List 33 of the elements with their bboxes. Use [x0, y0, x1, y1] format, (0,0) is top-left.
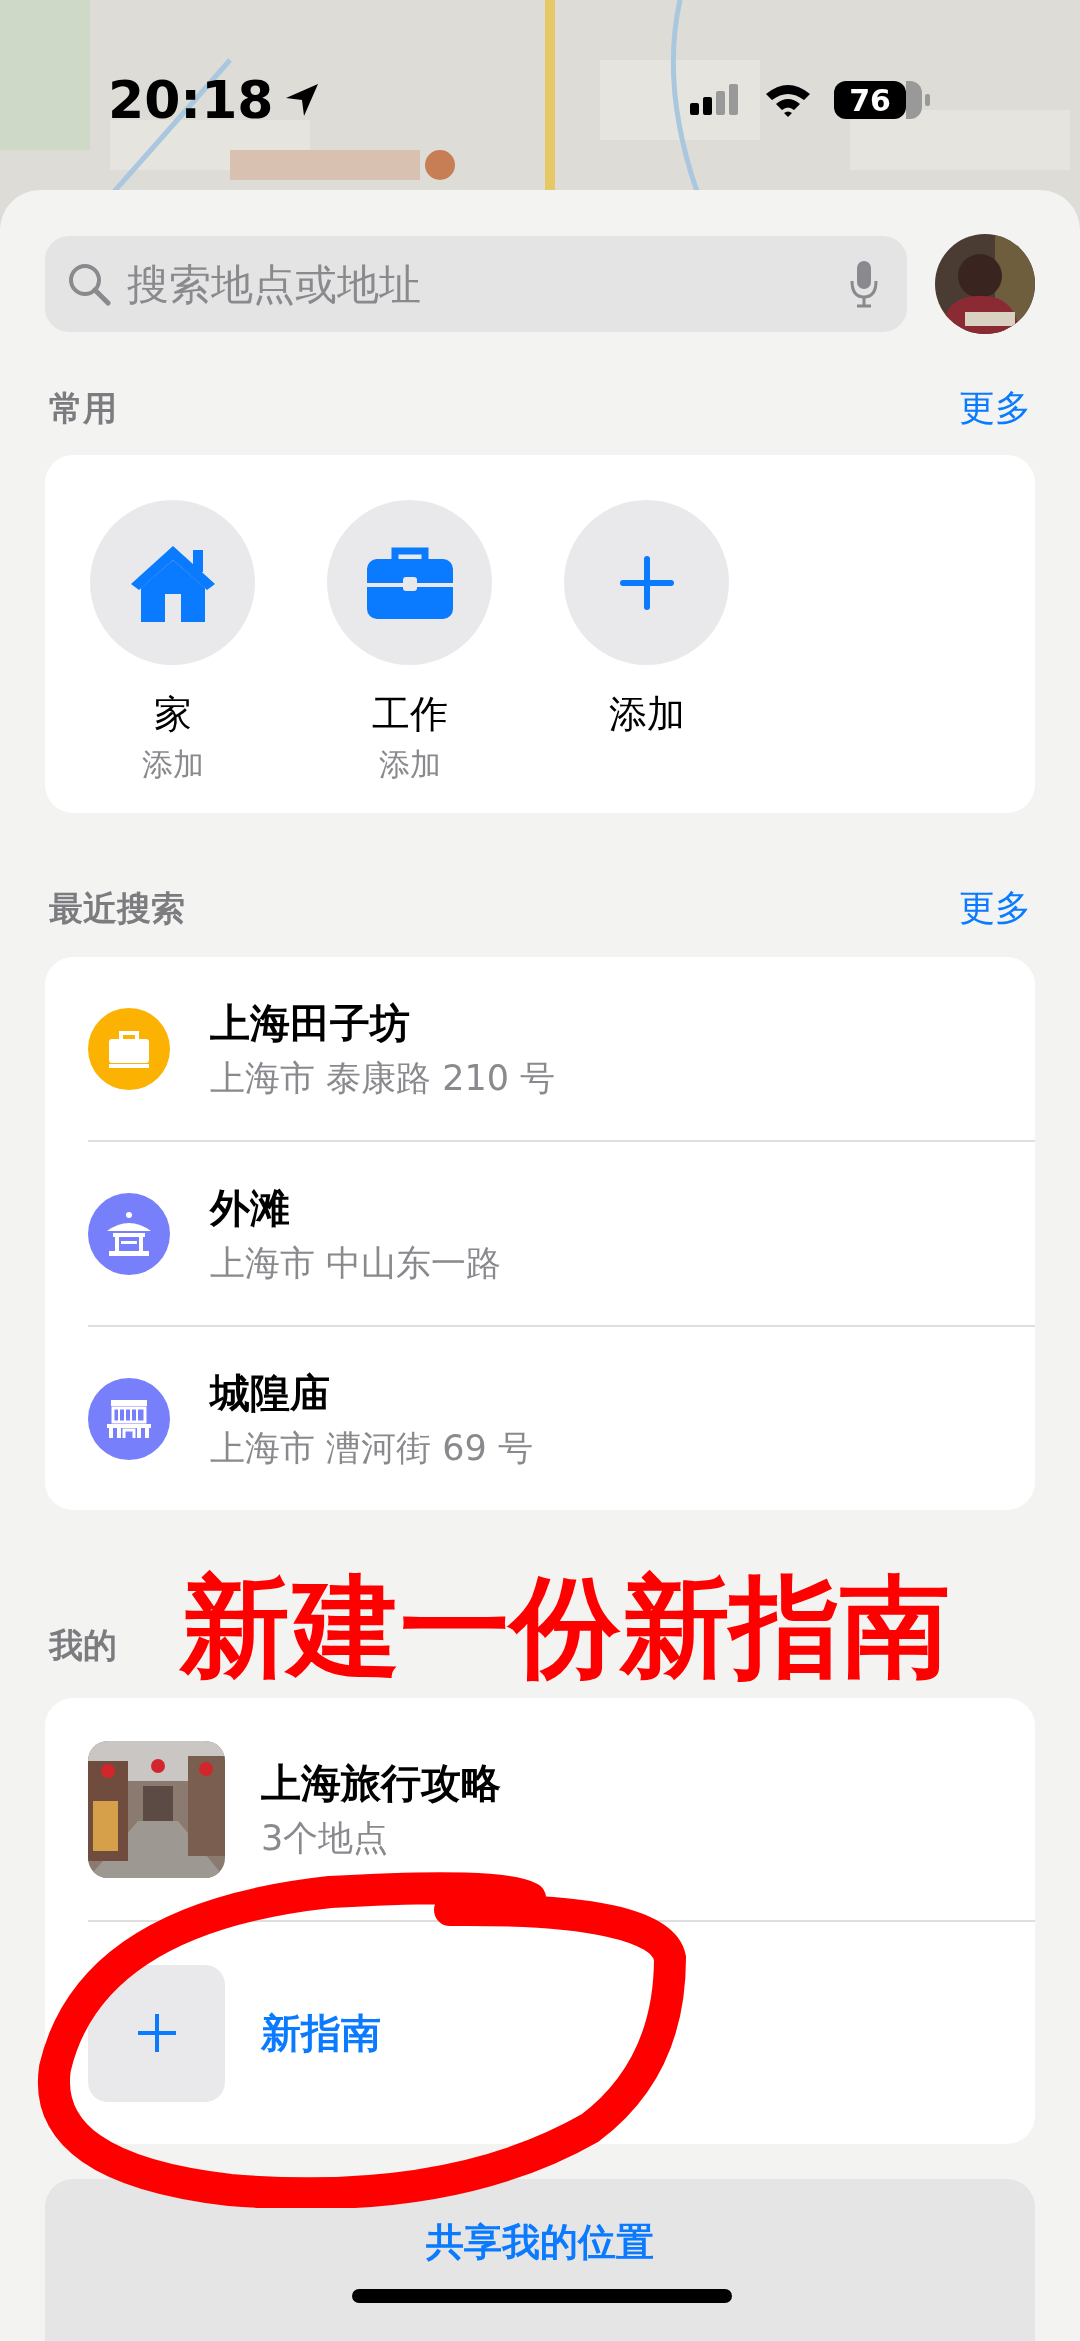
section-title: 常用 — [49, 386, 117, 430]
pavilion-icon — [105, 1210, 153, 1257]
place-address: 上海市 泰康路 210 号 — [210, 1056, 556, 1100]
bag-icon — [107, 1028, 151, 1069]
favorite-sublabel: 添加 — [141, 745, 204, 784]
favorite-sublabel: 添加 — [378, 745, 441, 784]
status-time: 20:18 — [108, 70, 274, 130]
search-icon — [67, 262, 111, 306]
place-address: 上海市 漕河街 69 号 — [210, 1426, 533, 1470]
annotation-text: 新建一份新指南 — [180, 1572, 950, 1682]
place-address: 上海市 中山东一路 — [210, 1241, 502, 1285]
favorite-label: 添加 — [608, 691, 685, 738]
new-guide-tile[interactable] — [88, 1964, 225, 2102]
section-title: 我的 — [49, 1624, 117, 1667]
place-name[interactable]: 城隍庙 — [210, 1365, 533, 1421]
place-name[interactable]: 外滩 — [210, 1180, 502, 1236]
section-title: 最近搜索 — [49, 886, 185, 930]
place-name[interactable]: 上海田子坊 — [210, 995, 556, 1051]
microphone-icon[interactable] — [849, 259, 879, 309]
guide-name[interactable]: 上海旅行攻略 — [261, 1756, 501, 1811]
search-bar[interactable]: 搜索地点或地址 — [45, 236, 907, 332]
plus-icon — [135, 2012, 178, 2054]
guide-place-count: 3个地点 — [261, 1817, 390, 1860]
more-link[interactable]: 更多 — [959, 384, 1031, 433]
search-field[interactable]: 搜索地点或地址 — [125, 258, 835, 310]
favorite-label: 工作 — [371, 691, 448, 738]
plus-icon — [619, 555, 674, 610]
wifi-icon — [764, 82, 812, 118]
more-link[interactable]: 更多 — [959, 884, 1031, 933]
new-guide-link[interactable]: 新指南 — [261, 2005, 381, 2061]
favorite-label: 家 — [153, 691, 192, 738]
temple-icon — [105, 1397, 153, 1440]
battery-indicator: 76 — [834, 81, 930, 119]
